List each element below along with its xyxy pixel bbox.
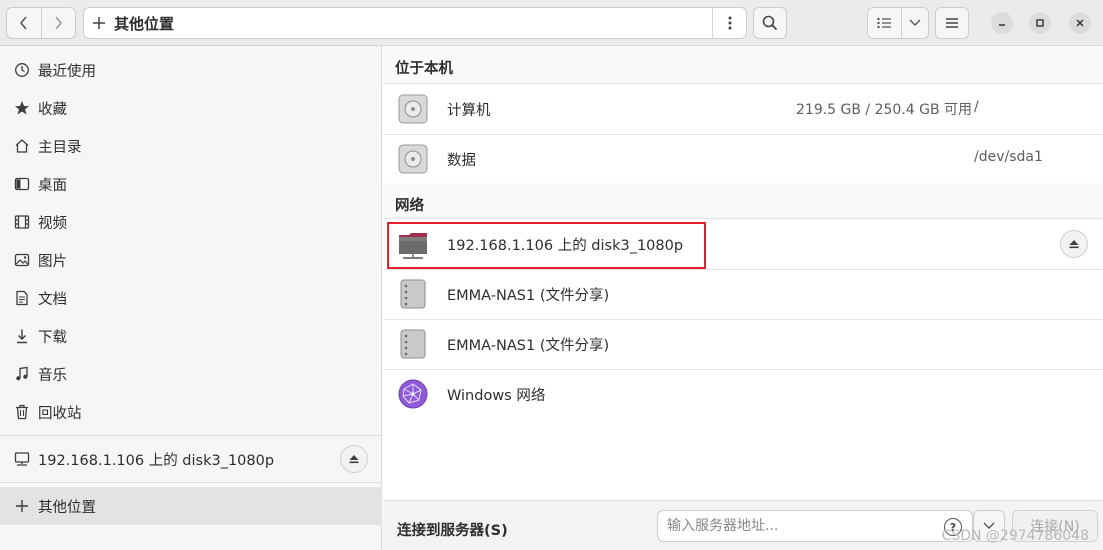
plus-icon: [14, 498, 30, 514]
desktop-icon: [14, 176, 30, 192]
document-icon: [14, 290, 30, 306]
sidebar-item-label: 主目录: [38, 139, 82, 156]
sidebar-item-starred[interactable]: 收藏: [0, 89, 382, 127]
sidebar-item-desktop[interactable]: 桌面: [0, 165, 382, 203]
hard-disk-icon: [398, 94, 428, 124]
nav-button-group: [6, 7, 76, 39]
eject-icon: [1069, 240, 1079, 249]
list-view-button[interactable]: [868, 8, 901, 38]
network-row-emma-nas1[interactable]: EMMA-NAS1 (文件分享): [383, 319, 1103, 369]
sidebar: 最近使用 收藏 主目录 桌面 视频 图片 文档 下载 音乐 回收站 192.16…: [0, 46, 382, 550]
sidebar-item-downloads[interactable]: 下载: [0, 317, 382, 355]
connect-bar: 连接到服务器(S) ? 连接(N) CSDN @2974786048: [383, 500, 1103, 550]
sidebar-item-label: 音乐: [38, 367, 67, 384]
eject-icon: [349, 455, 359, 464]
location-name: 计算机: [447, 103, 491, 119]
server-icon: [400, 329, 426, 359]
view-toggle-group: [867, 7, 929, 39]
forward-button[interactable]: [40, 8, 76, 38]
view-options-dropdown[interactable]: [900, 8, 928, 38]
watermark-text: CSDN @2974786048: [941, 528, 1089, 544]
music-icon: [14, 366, 30, 382]
sidebar-item-videos[interactable]: 视频: [0, 203, 382, 241]
network-drive-icon: [14, 451, 30, 467]
local-section-header: 位于本机: [383, 46, 1103, 84]
mount-path: /: [974, 99, 979, 115]
sidebar-item-label: 下载: [38, 329, 67, 346]
minimize-icon: [999, 24, 1005, 26]
highlight-annotation: [387, 222, 706, 269]
video-icon: [14, 214, 30, 230]
connect-to-server-label: 连接到服务器(S): [397, 523, 508, 539]
network-location-name: EMMA-NAS1 (文件分享): [447, 338, 610, 354]
search-icon: [762, 15, 778, 31]
chevron-down-icon: [909, 19, 921, 26]
location-menu-button[interactable]: [712, 8, 746, 38]
hamburger-icon: [946, 18, 958, 28]
location-row-computer[interactable]: 计算机 219.5 GB / 250.4 GB 可用 /: [383, 84, 1103, 134]
image-icon: [14, 252, 30, 268]
section-title-network: 网络: [395, 198, 424, 214]
sidebar-item-other-locations[interactable]: 其他位置: [0, 487, 382, 525]
network-globe-icon: [398, 379, 428, 409]
sidebar-item-label: 文档: [38, 291, 67, 308]
trash-icon: [14, 404, 30, 420]
server-address-input[interactable]: [657, 510, 973, 542]
sidebar-item-label: 图片: [38, 253, 67, 270]
sidebar-separator: [0, 435, 382, 436]
network-location-name: EMMA-NAS1 (文件分享): [447, 288, 610, 304]
clock-icon: [14, 62, 30, 78]
vertical-dots-icon: [728, 16, 731, 30]
network-section-header: 网络: [383, 183, 1103, 221]
sidebar-item-label: 其他位置: [38, 499, 96, 516]
network-row-emma-nas1[interactable]: EMMA-NAS1 (文件分享): [383, 269, 1103, 319]
section-title-local: 位于本机: [395, 61, 453, 77]
sidebar-item-label: 回收站: [38, 405, 82, 422]
sidebar-item-label: 视频: [38, 215, 67, 232]
maximize-icon: [1036, 19, 1044, 27]
sidebar-item-music[interactable]: 音乐: [0, 355, 382, 393]
sidebar-item-label: 收藏: [38, 101, 67, 118]
sidebar-item-label: 最近使用: [38, 63, 96, 80]
star-icon: [14, 100, 30, 116]
mount-path: /dev/sda1: [974, 149, 1043, 165]
sidebar-eject-button[interactable]: [340, 445, 368, 473]
disk-usage-text: 219.5 GB / 250.4 GB 可用: [796, 102, 973, 118]
hard-disk-icon: [398, 144, 428, 174]
main-menu-button[interactable]: [935, 7, 969, 39]
home-icon: [14, 138, 30, 154]
list-view-icon: [877, 17, 892, 29]
location-label: 其他位置: [114, 14, 175, 33]
network-location-name: Windows 网络: [447, 388, 546, 404]
minimize-button[interactable]: [991, 12, 1013, 34]
sidebar-item-pictures[interactable]: 图片: [0, 241, 382, 279]
sidebar-item-label: 桌面: [38, 177, 67, 194]
back-button[interactable]: [7, 8, 41, 38]
main-content: 位于本机 计算机 219.5 GB / 250.4 GB 可用 / 数据 /de…: [383, 46, 1103, 550]
sidebar-separator: [0, 482, 382, 483]
sidebar-item-trash[interactable]: 回收站: [0, 393, 382, 431]
close-icon: [1076, 19, 1084, 27]
sidebar-item-documents[interactable]: 文档: [0, 279, 382, 317]
chevron-right-icon: [55, 16, 63, 30]
maximize-button[interactable]: [1029, 12, 1051, 34]
sidebar-item-home[interactable]: 主目录: [0, 127, 382, 165]
location-bar[interactable]: 其他位置: [83, 7, 747, 39]
sidebar-item-recent[interactable]: 最近使用: [0, 51, 382, 89]
download-icon: [14, 328, 30, 344]
location-row-data[interactable]: 数据 /dev/sda1: [383, 134, 1103, 184]
sidebar-item-label: 192.168.1.106 上的 disk3_1080p: [38, 452, 275, 469]
location-name: 数据: [447, 153, 476, 169]
plus-icon: [84, 17, 114, 29]
chevron-left-icon: [19, 16, 27, 30]
header-bar: 其他位置: [0, 0, 1103, 46]
close-button[interactable]: [1069, 12, 1091, 34]
sidebar-item-network-mount[interactable]: 192.168.1.106 上的 disk3_1080p: [0, 440, 382, 478]
search-button[interactable]: [753, 7, 787, 39]
network-eject-button[interactable]: [1060, 230, 1088, 258]
server-icon: [400, 279, 426, 309]
network-row-windows[interactable]: Windows 网络: [383, 369, 1103, 419]
